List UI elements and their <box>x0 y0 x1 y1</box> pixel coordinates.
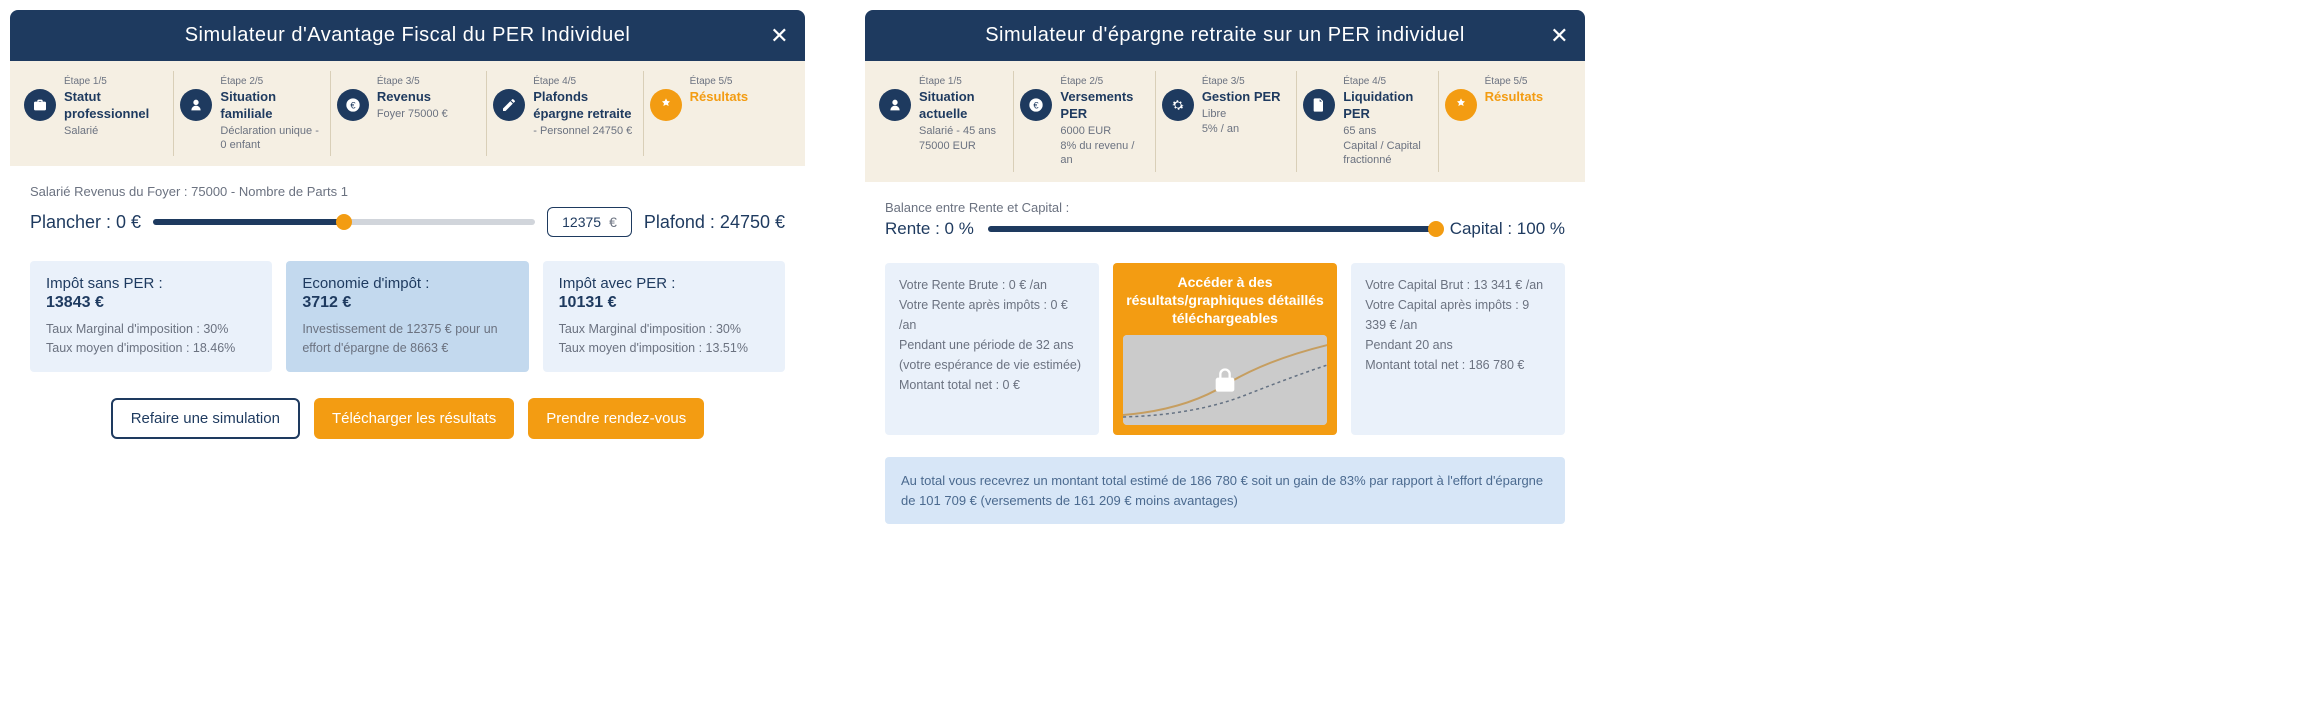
step-sub: Salarié <box>64 124 165 138</box>
close-icon[interactable]: ✕ <box>770 25 789 47</box>
trophy-icon <box>650 89 682 121</box>
step-4[interactable]: Étape 4/5 Liquidation PER 65 ans Capital… <box>1296 71 1435 172</box>
svg-text:€: € <box>1034 100 1040 110</box>
slider-thumb[interactable] <box>336 214 352 230</box>
step-num: Étape 1/5 <box>64 75 165 88</box>
step-2[interactable]: Étape 2/5 Situation familiale Déclaratio… <box>173 71 327 156</box>
step-1[interactable]: Étape 1/5 Statut professionnel Salarié <box>18 71 171 156</box>
investment-slider[interactable] <box>153 219 535 225</box>
step-5-results[interactable]: Étape 5/5 Résultats <box>1438 71 1577 172</box>
card-tax-saving: Economie d'impôt : 3712 € Investissement… <box>286 261 528 372</box>
step-1[interactable]: Étape 1/5 Situation actuelle Salarié - 4… <box>873 71 1011 172</box>
users-icon <box>180 89 212 121</box>
balance-slider[interactable] <box>988 226 1436 232</box>
step-4[interactable]: Étape 4/5 Plafonds épargne retraite - Pe… <box>486 71 640 156</box>
step-3[interactable]: € Étape 3/5 Revenus Foyer 75000 € <box>330 71 484 156</box>
close-icon[interactable]: ✕ <box>1550 25 1569 47</box>
summary-banner: Au total vous recevrez un montant total … <box>885 457 1565 524</box>
investment-value-input[interactable]: 12375 € <box>547 207 632 237</box>
euro-icon: € <box>1020 89 1052 121</box>
panel-header: Simulateur d'Avantage Fiscal du PER Indi… <box>10 10 805 61</box>
trophy-icon <box>1445 89 1477 121</box>
card-tax-without-per: Impôt sans PER : 13843 € Taux Marginal d… <box>30 261 272 372</box>
card-tax-with-per: Impôt avec PER : 10131 € Taux Marginal d… <box>543 261 785 372</box>
step-title: Statut professionnel <box>64 89 165 123</box>
panel-title: Simulateur d'Avantage Fiscal du PER Indi… <box>185 24 631 47</box>
euro-icon: € <box>337 89 369 121</box>
redo-button[interactable]: Refaire une simulation <box>111 398 300 439</box>
summary-line: Salarié Revenus du Foyer : 75000 - Nombr… <box>30 184 785 199</box>
appointment-button[interactable]: Prendre rendez-vous <box>528 398 704 439</box>
pencil-icon <box>493 89 525 121</box>
unlock-detailed-results-cta[interactable]: Accéder à des résultats/graphiques détai… <box>1113 263 1337 436</box>
briefcase-icon <box>24 89 56 121</box>
stepper: Étape 1/5 Statut professionnel Salarié É… <box>10 61 805 166</box>
download-results-button[interactable]: Télécharger les résultats <box>314 398 514 439</box>
slider-thumb[interactable] <box>1428 221 1444 237</box>
document-icon <box>1303 89 1335 121</box>
lock-icon <box>1123 335 1327 425</box>
step-3[interactable]: Étape 3/5 Gestion PER Libre 5% / an <box>1155 71 1294 172</box>
capital-result-box: Votre Capital Brut : 13 341 € /an Votre … <box>1351 263 1565 436</box>
user-icon <box>879 89 911 121</box>
panel-title: Simulateur d'épargne retraite sur un PER… <box>985 24 1465 47</box>
panel-header: Simulateur d'épargne retraite sur un PER… <box>865 10 1585 61</box>
step-2[interactable]: € Étape 2/5 Versements PER 6000 EUR 8% d… <box>1013 71 1152 172</box>
step-5-results[interactable]: Étape 5/5 Résultats <box>643 71 797 156</box>
stepper: Étape 1/5 Situation actuelle Salarié - 4… <box>865 61 1585 182</box>
gear-icon <box>1162 89 1194 121</box>
slider-max-label: Plafond : 24750 € <box>644 212 785 233</box>
slider-min-label: Plancher : 0 € <box>30 212 141 233</box>
balance-label: Balance entre Rente et Capital : <box>885 200 1565 215</box>
svg-text:€: € <box>350 100 356 110</box>
preview-chart <box>1123 335 1327 425</box>
rente-result-box: Votre Rente Brute : 0 € /an Votre Rente … <box>885 263 1099 436</box>
capital-label: Capital : 100 % <box>1450 219 1565 239</box>
rente-label: Rente : 0 % <box>885 219 974 239</box>
retirement-simulator-panel: Simulateur d'épargne retraite sur un PER… <box>865 10 1585 544</box>
fiscal-simulator-panel: Simulateur d'Avantage Fiscal du PER Indi… <box>10 10 805 544</box>
